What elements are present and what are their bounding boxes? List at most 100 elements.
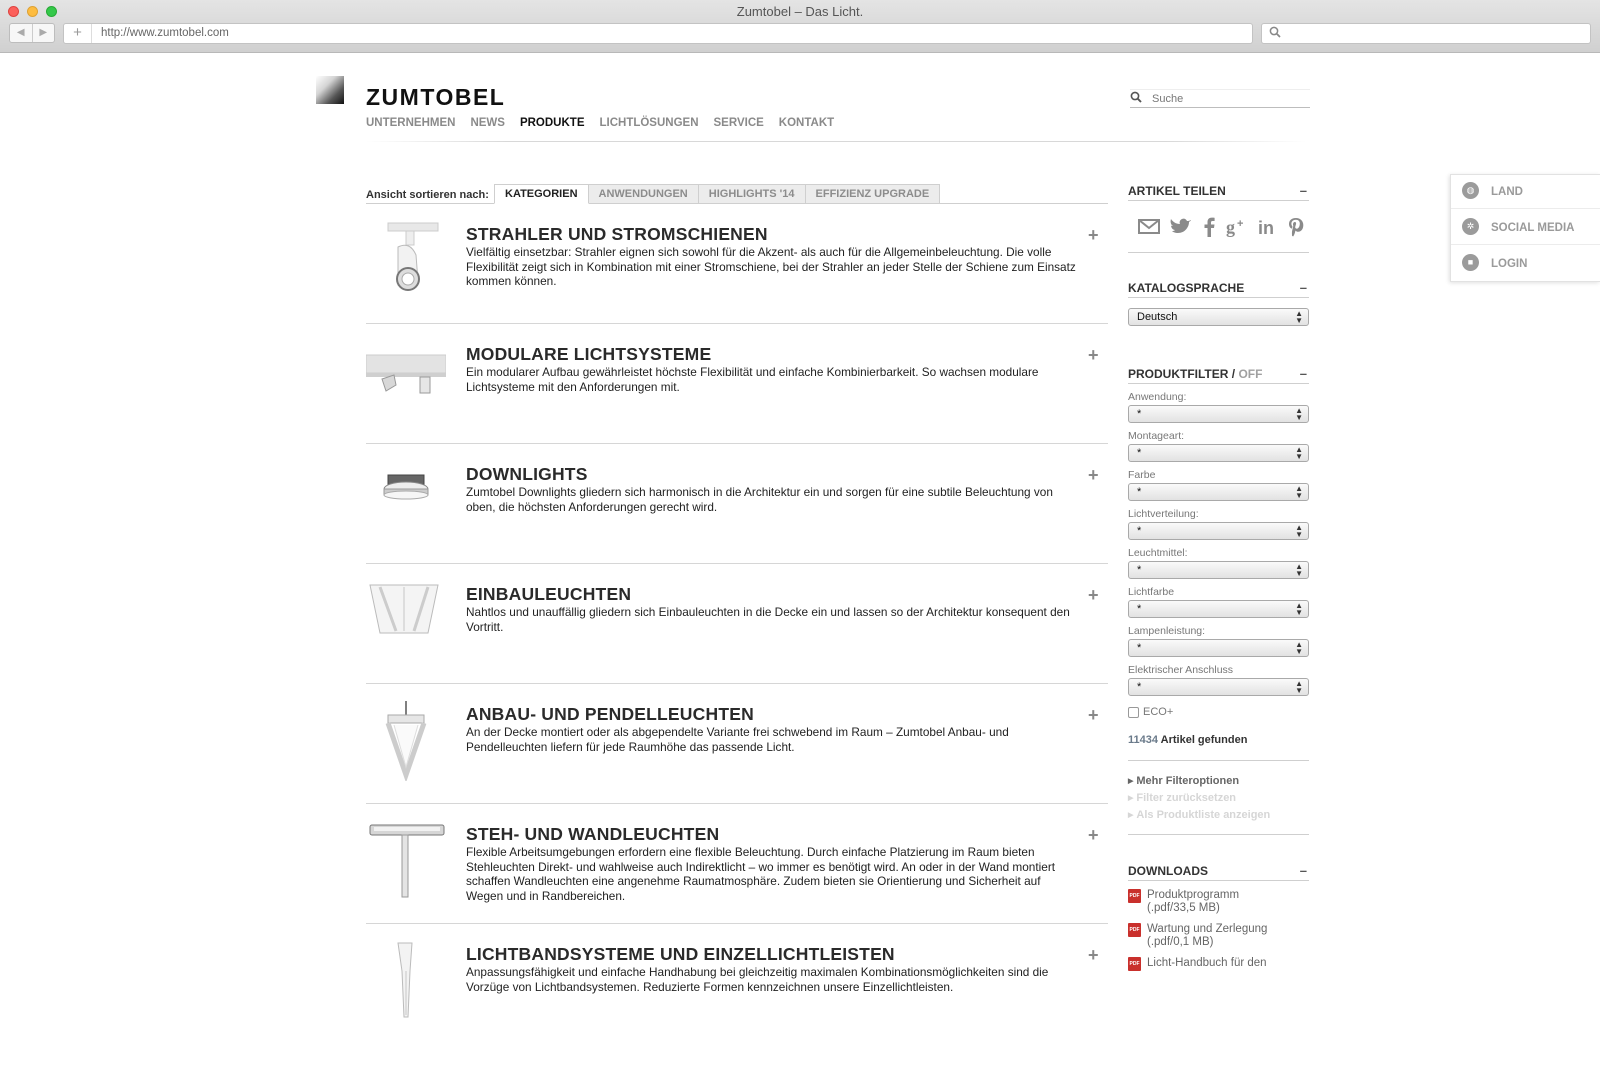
nav-service[interactable]: SERVICE [714,117,764,129]
category-title[interactable]: ANBAU- UND PENDELLEUCHTEN [466,704,754,725]
land-item[interactable]: ◍ LAND [1451,175,1600,209]
download-text: Licht-Handbuch für den [1147,957,1267,971]
nav-lichtloesungen[interactable]: LICHTLÖSUNGEN [599,117,698,129]
share-section-header[interactable]: ARTIKEL TEILEN – [1128,183,1309,201]
downloads-list: PDF Produktprogramm (.pdf/33,5 MB) PDF Wa… [1128,881,1309,977]
googleplus-icon[interactable]: g + [1226,217,1248,237]
select-value: * [1137,642,1142,654]
link-label: Als Produktliste anzeigen [1136,809,1271,821]
expand-plus-icon[interactable]: + [1088,945,1099,966]
collapse-icon[interactable]: – [1300,183,1307,198]
nav-unternehmen[interactable]: UNTERNEHMEN [366,117,455,129]
language-select-value: Deutsch [1137,311,1178,323]
filter-select-leuchtmittel[interactable]: * ▲ ▼ [1128,561,1309,579]
logo-mark[interactable] [316,76,344,104]
triangle-right-icon: ▶ [1128,812,1134,819]
expand-plus-icon[interactable]: + [1088,705,1099,726]
category-item[interactable]: ANBAU- UND PENDELLEUCHTEN An der Decke m… [366,684,1108,804]
filter-select-lampenleistung[interactable]: * ▲ ▼ [1128,639,1309,657]
downloads-section-header[interactable]: DOWNLOADS – [1128,863,1309,881]
filter-state[interactable]: OFF [1238,367,1262,381]
tab-kategorien[interactable]: KATEGORIEN [494,184,589,204]
linkedin-icon[interactable]: in [1258,217,1278,237]
select-arrows-icon: ▲ ▼ [1295,309,1303,325]
category-title[interactable]: DOWNLIGHTS [466,464,588,485]
category-title[interactable]: STRAHLER UND STROMSCHIENEN [466,224,768,245]
category-title[interactable]: LICHTBANDSYSTEME UND EINZELLICHTLEISTEN [466,944,895,965]
triangle-right-icon: ▶ [1128,795,1134,802]
logo[interactable]: ZUMTOBEL [366,84,505,111]
recessed-light-icon [366,581,446,661]
category-description: Anpassungsfähigkeit und einfache Handhab… [466,965,1049,994]
category-item[interactable]: LICHTBANDSYSTEME UND EINZELLICHTLEISTEN … [366,924,1108,1018]
facebook-icon[interactable] [1202,217,1216,237]
filter-label: Anwendung: [1128,391,1187,403]
tab-highlights[interactable]: HIGHLIGHTS '14 [698,184,806,204]
language-select[interactable]: Deutsch ▲ ▼ [1128,308,1309,326]
category-item[interactable]: MODULARE LICHTSYSTEME Ein modularer Aufb… [366,324,1108,444]
expand-plus-icon[interactable]: + [1088,585,1099,606]
select-arrows-icon: ▲ ▼ [1295,484,1303,500]
globe-icon: ◍ [1462,182,1479,199]
category-item[interactable]: EINBAULEUCHTEN Nahtlos und unauffällig g… [366,564,1108,684]
tab-effizienz-upgrade[interactable]: EFFIZIENZ UPGRADE [805,184,941,204]
expand-plus-icon[interactable]: + [1088,825,1099,846]
new-tab-button[interactable]: + [64,24,92,43]
show-product-list-link[interactable]: ▶ Als Produktliste anzeigen [1128,807,1309,824]
back-arrow-icon[interactable]: ◀ [10,24,33,42]
category-description: Zumtobel Downlights gliedern sich harmon… [466,485,1053,514]
eco-checkbox[interactable] [1128,706,1139,718]
category-title[interactable]: MODULARE LICHTSYSTEME [466,344,711,365]
download-item[interactable]: PDF Licht-Handbuch für den [1128,957,1309,971]
social-media-item[interactable]: ✲ SOCIAL MEDIA [1451,211,1600,245]
collapse-icon[interactable]: – [1300,863,1307,878]
filter-select-montageart[interactable]: * ▲ ▼ [1128,444,1309,462]
filter-section-title: PRODUKTFILTER / [1128,367,1236,381]
filter-select-anwendung[interactable]: * ▲ ▼ [1128,405,1309,423]
collapse-icon[interactable]: – [1300,366,1307,381]
filter-select-lichtfarbe[interactable]: * ▲ ▼ [1128,600,1309,618]
collapse-icon[interactable]: – [1300,280,1307,295]
lock-icon: ■ [1462,254,1479,271]
reset-filter-link[interactable]: ▶ Filter zurücksetzen [1128,790,1309,807]
browser-chrome: Zumtobel – Das Licht. ◀ ▶ + http://www.z… [0,0,1600,53]
nav-news[interactable]: NEWS [470,117,505,129]
forward-arrow-icon[interactable]: ▶ [33,24,55,42]
nav-kontakt[interactable]: KONTAKT [779,117,834,129]
sort-label: Ansicht sortieren nach: [366,189,489,201]
link-label: Filter zurücksetzen [1136,792,1237,804]
expand-plus-icon[interactable]: + [1088,465,1099,486]
download-item[interactable]: PDF Wartung und Zerlegung (.pdf/0,1 MB) [1128,923,1309,949]
sort-tabs: KATEGORIEN ANWENDUNGEN HIGHLIGHTS '14 EF… [494,184,941,204]
filter-select-elektrischer-anschluss[interactable]: * ▲ ▼ [1128,678,1309,696]
link-label: Mehr Filteroptionen [1136,775,1240,787]
language-section-header[interactable]: KATALOGSPRACHE – [1128,280,1309,298]
category-title[interactable]: STEH- UND WANDLEUCHTEN [466,824,719,845]
tab-anwendungen[interactable]: ANWENDUNGEN [588,184,699,204]
twitter-icon[interactable] [1170,217,1192,235]
download-item[interactable]: PDF Produktprogramm (.pdf/33,5 MB) [1128,889,1309,915]
login-item[interactable]: ■ LOGIN [1451,247,1600,281]
more-filter-options-link[interactable]: ▶ Mehr Filteroptionen [1128,773,1309,790]
filter-links: ▶ Mehr Filteroptionen ▶ Filter zurücksetze… [1128,761,1309,835]
nav-produkte[interactable]: PRODUKTE [520,117,585,129]
filter-select-lichtverteilung[interactable]: * ▲ ▼ [1128,522,1309,540]
category-title[interactable]: EINBAULEUCHTEN [466,584,631,605]
pinterest-icon[interactable] [1288,217,1304,237]
category-item[interactable]: STRAHLER UND STROMSCHIENEN Vielfältig ei… [366,204,1108,324]
search-input[interactable] [1152,91,1302,107]
expand-plus-icon[interactable]: + [1088,345,1099,366]
category-description: Nahtlos und unauffällig gliedern sich Ei… [466,605,1070,634]
expand-plus-icon[interactable]: + [1088,225,1099,246]
filter-section-header[interactable]: PRODUKTFILTER / OFF – [1128,366,1309,384]
mail-icon[interactable] [1138,217,1160,235]
search-icon [1130,91,1142,106]
filter-select-farbe[interactable]: * ▲ ▼ [1128,483,1309,501]
browser-search-field[interactable] [1261,23,1591,44]
pdf-icon: PDF [1128,889,1141,903]
address-bar[interactable]: + http://www.zumtobel.com [63,23,1253,44]
search-icon [1269,26,1281,41]
category-item[interactable]: STEH- UND WANDLEUCHTEN Flexible Arbeitsu… [366,804,1108,924]
category-item[interactable]: DOWNLIGHTS Zumtobel Downlights gliedern … [366,444,1108,564]
category-description: An der Decke montiert oder als abgepende… [466,725,1009,754]
